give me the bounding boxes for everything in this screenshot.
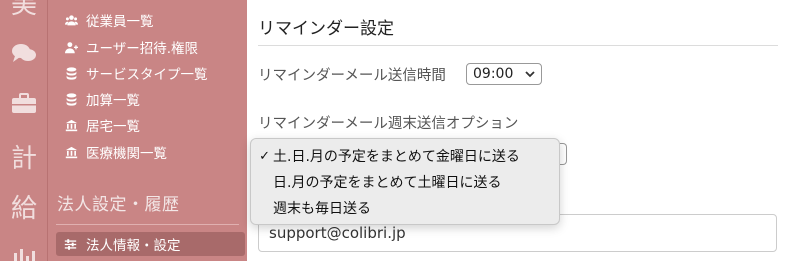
icon-rail: 美 計 給	[0, 0, 48, 261]
building-icon	[64, 145, 78, 159]
weekend-option-label: リマインダーメール週末送信オプション	[258, 116, 519, 132]
sidebar-item-service-types[interactable]: サービスタイプ一覧	[48, 61, 247, 85]
sidebar: 従業員一覧 ユーザー招待.権限 サービスタイプ一覧 加算一覧 居宅一覧 医療機関…	[48, 0, 247, 261]
rail-char-icon[interactable]: 給	[0, 196, 48, 222]
sidebar-item-corporate-settings[interactable]: 法人情報・設定	[56, 232, 245, 256]
send-time-value: 09:00	[473, 66, 514, 82]
sidebar-item-additions[interactable]: 加算一覧	[48, 87, 247, 111]
sidebar-item-employees[interactable]: 従業員一覧	[48, 8, 247, 32]
dropdown-option[interactable]: 週末も毎日送る	[251, 196, 559, 220]
sidebar-item-residences[interactable]: 居宅一覧	[48, 113, 247, 137]
sidebar-item-label: 加算一覧	[86, 93, 140, 109]
sidebar-section-title: 法人設定・履歴	[57, 195, 180, 215]
user-plus-icon	[64, 40, 78, 54]
dropdown-option-label: 日.月の予定をまとめて土曜日に送る	[273, 175, 502, 191]
sidebar-item-label: 居宅一覧	[86, 119, 140, 135]
sidebar-divider	[56, 224, 239, 225]
sidebar-item-user-invite[interactable]: ユーザー招待.権限	[48, 35, 247, 59]
send-time-select[interactable]: 09:00	[466, 63, 542, 85]
rail-char-icon[interactable]: 計	[0, 146, 48, 172]
database-icon	[64, 66, 78, 80]
dropdown-option-label: 土.日.月の予定をまとめて金曜日に送る	[273, 149, 520, 165]
sidebar-item-label: 医療機関一覧	[86, 146, 167, 162]
title-divider	[258, 45, 778, 46]
chevron-down-icon	[525, 71, 535, 78]
dropdown-option-label: 週末も毎日送る	[273, 201, 371, 217]
sidebar-item-medical-institutions[interactable]: 医療機関一覧	[48, 140, 247, 164]
dropdown-option[interactable]: 日.月の予定をまとめて土曜日に送る	[251, 170, 559, 194]
dropdown-option[interactable]: ✓ 土.日.月の予定をまとめて金曜日に送る	[251, 144, 559, 168]
database-icon	[64, 92, 78, 106]
briefcase-icon[interactable]	[0, 92, 48, 119]
building-icon	[64, 118, 78, 132]
users-icon	[64, 13, 78, 27]
rail-char-icon[interactable]: 美	[0, 0, 48, 18]
weekend-option-dropdown: ✓ 土.日.月の予定をまとめて金曜日に送る 日.月の予定をまとめて土曜日に送る …	[250, 138, 560, 225]
sidebar-item-label: ユーザー招待.権限	[86, 41, 199, 57]
sliders-icon	[64, 238, 78, 251]
send-time-label: リマインダーメール送信時間	[258, 68, 446, 84]
checkmark-icon: ✓	[259, 148, 270, 164]
page-title: リマインダー設定	[258, 19, 394, 39]
bar-chart-icon[interactable]	[0, 246, 48, 261]
sidebar-item-label: 法人情報・設定	[86, 238, 181, 254]
users-icon	[64, 0, 78, 5]
sidebar-item-label: 従業員一覧	[86, 14, 154, 30]
chat-bubbles-icon[interactable]	[0, 42, 48, 69]
sidebar-item-label: サービスタイプ一覧	[86, 67, 208, 83]
